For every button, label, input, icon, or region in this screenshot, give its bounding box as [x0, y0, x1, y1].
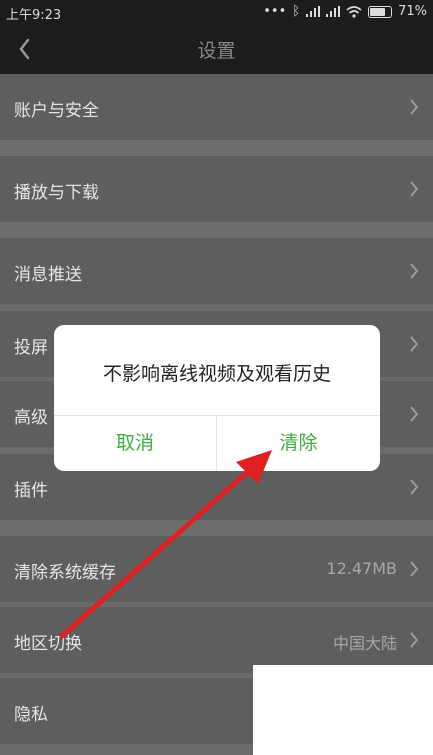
annotation-arrow	[59, 450, 272, 639]
